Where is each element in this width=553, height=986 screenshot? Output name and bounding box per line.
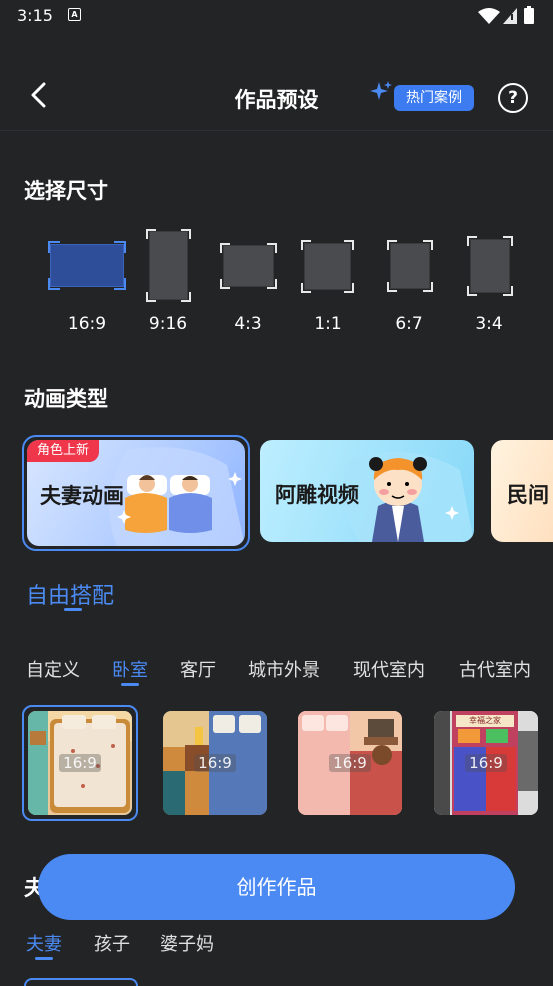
scene-thumb-1[interactable]: 16:9	[28, 711, 132, 815]
tab-bedroom[interactable]: 卧室	[112, 656, 148, 682]
role-card-partial	[24, 978, 138, 986]
animation-card-folk[interactable]: 民间	[491, 440, 553, 542]
help-icon[interactable]: ?	[498, 83, 528, 113]
notification-icon: A	[68, 8, 81, 21]
wifi-icon	[478, 8, 500, 24]
animation-card-couple[interactable]: 夫妻动画 角色上新	[22, 435, 250, 551]
animation-section-title: 动画类型	[24, 387, 108, 411]
sparkle-icon	[370, 81, 392, 100]
scene-thumb-3[interactable]: 16:9	[298, 711, 402, 815]
thumb-ratio-label: 16:9	[163, 754, 267, 772]
scene-thumb-2[interactable]: 16:9	[163, 711, 267, 815]
animation-card-label: 夫妻动画	[40, 484, 124, 508]
size-option-9-16[interactable]	[146, 229, 191, 302]
animation-card-adiao[interactable]: 阿雕视频	[260, 440, 474, 542]
size-option-1-1[interactable]	[301, 240, 354, 293]
free-match-underline	[64, 608, 82, 611]
role-tab-children[interactable]: 孩子	[94, 930, 130, 956]
animation-card-label: 民间	[507, 483, 549, 507]
size-label: 3:4	[475, 314, 503, 334]
header: 作品预设 热门案例 ?	[0, 60, 553, 131]
scene-thumb-4[interactable]: 幸福之家 16:9	[434, 711, 538, 815]
tab-city-outdoor[interactable]: 城市外景	[248, 656, 320, 682]
animation-card-label: 阿雕视频	[275, 483, 359, 507]
battery-icon	[524, 6, 534, 24]
status-bar: 3:15 A	[0, 0, 553, 32]
tab-bedroom-underline	[121, 683, 139, 686]
thumb-ratio-label: 16:9	[298, 754, 402, 772]
status-time: 3:15	[17, 6, 53, 25]
role-tab-couple[interactable]: 夫妻	[26, 930, 62, 956]
role-tab-mother-in-law[interactable]: 婆子妈	[160, 930, 214, 956]
size-option-6-7[interactable]	[387, 240, 433, 292]
size-label: 4:3	[234, 314, 262, 334]
hot-cases-button[interactable]: 热门案例	[394, 85, 474, 111]
free-match-tab[interactable]: 自由搭配	[26, 578, 114, 610]
thumb-sign-text: 幸福之家	[469, 716, 501, 725]
size-label: 9:16	[148, 314, 188, 334]
new-role-badge: 角色上新	[27, 440, 99, 462]
size-option-3-4[interactable]	[467, 236, 513, 296]
tab-living-room[interactable]: 客厅	[180, 656, 216, 682]
size-label: 1:1	[314, 314, 342, 334]
role-tab-underline	[35, 957, 53, 960]
size-label: 16:9	[67, 314, 107, 334]
tab-modern-indoor[interactable]: 现代室内	[353, 656, 425, 682]
size-option-16-9[interactable]	[48, 241, 126, 290]
thumb-ratio-label: 16:9	[434, 754, 538, 772]
size-section-title: 选择尺寸	[24, 179, 108, 203]
tab-custom[interactable]: 自定义	[26, 656, 80, 682]
tab-ancient-indoor[interactable]: 古代室内	[459, 656, 531, 682]
signal-icon	[503, 8, 517, 24]
create-work-button[interactable]: 创作作品	[38, 854, 515, 920]
thumb-ratio-label: 16:9	[28, 754, 132, 772]
size-label: 6:7	[395, 314, 423, 334]
size-option-4-3[interactable]	[220, 243, 277, 289]
